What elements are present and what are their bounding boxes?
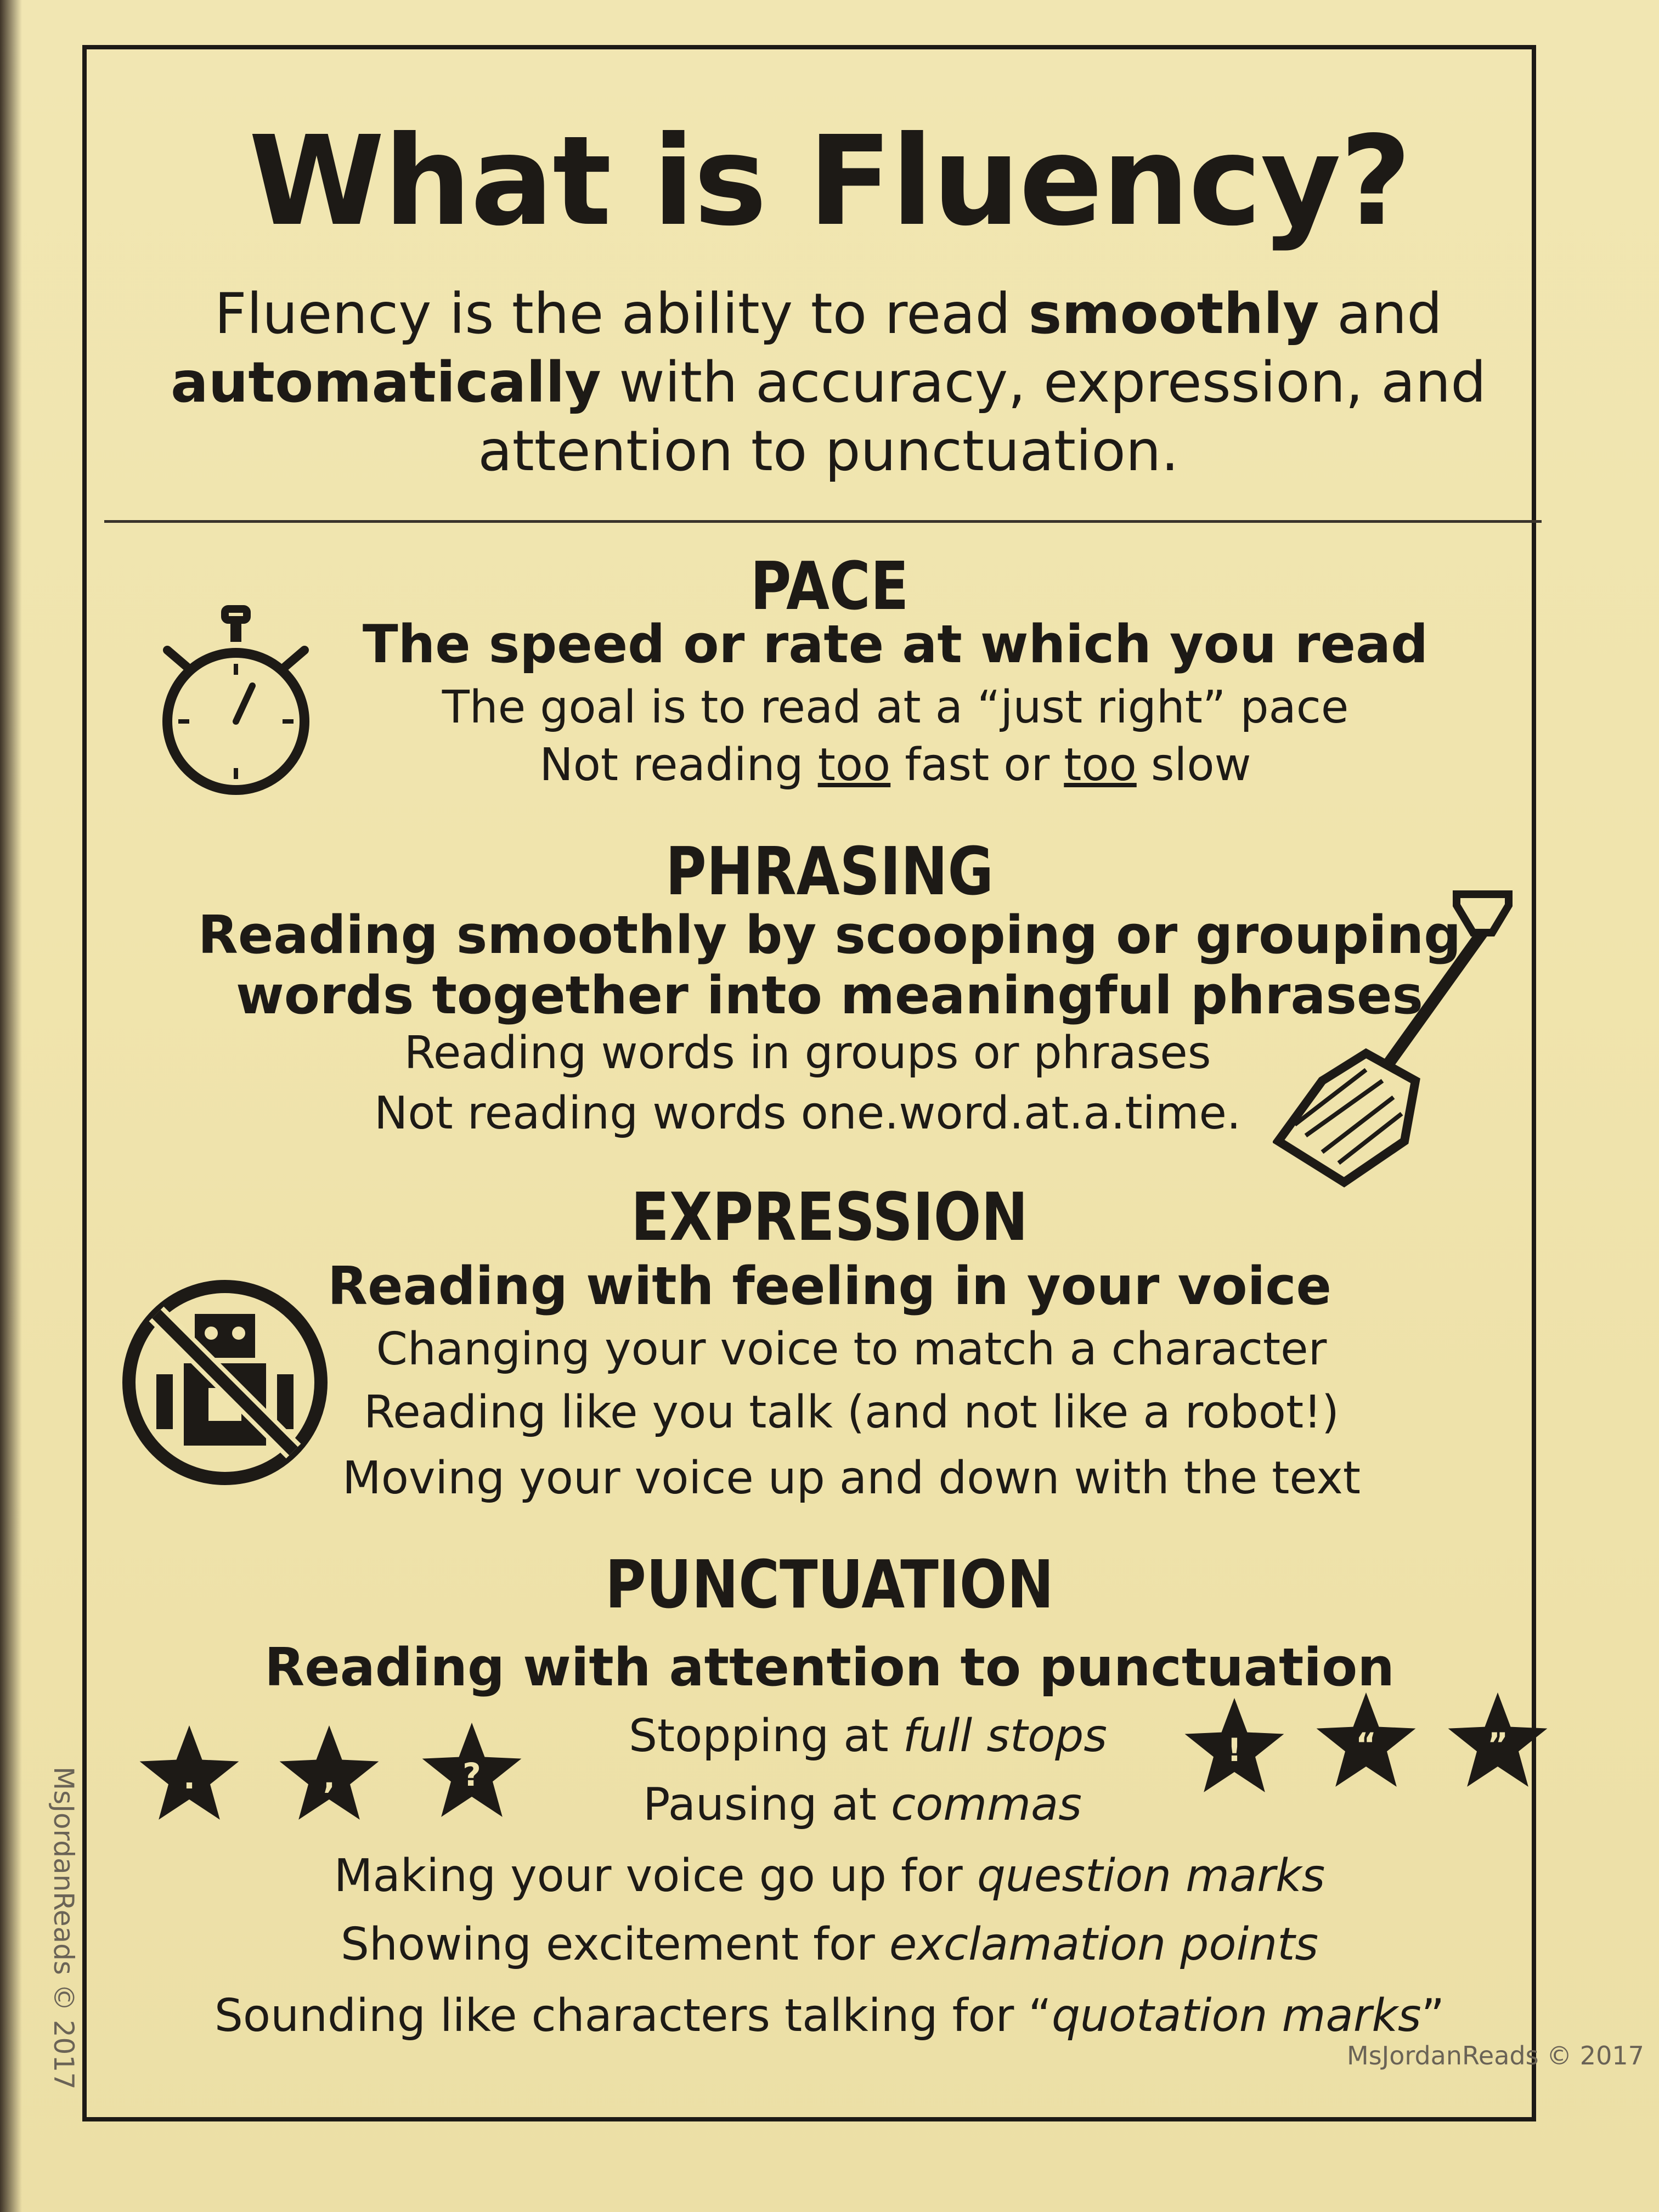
no-robot-icon <box>122 1280 328 1485</box>
punctuation-line-5: Sounding like characters talking for “qu… <box>0 1989 1659 2044</box>
star-symbol: , <box>323 1759 335 1796</box>
pace-line-2-too-2: too <box>1064 739 1137 791</box>
star-symbol: “ <box>1356 1726 1376 1763</box>
punctuation-line-4: Showing excitement for exclamation point… <box>0 1917 1659 1972</box>
divider <box>104 520 1542 523</box>
punctuation-line-5-a: Sounding like characters talking for “ <box>214 1990 1052 2042</box>
intro-part-3: with accuracy, expression, and attention… <box>478 350 1487 484</box>
stopwatch-icon <box>162 605 309 795</box>
punctuation-line-4-a: Showing excitement for <box>340 1918 889 1971</box>
punctuation-subtitle: Reading with attention to punctuation <box>264 1638 1395 1698</box>
star-symbol: ! <box>1227 1731 1242 1769</box>
intro-part-1: Fluency is the ability to read <box>215 281 1029 347</box>
intro-bold-automatically: automatically <box>170 350 601 415</box>
star-full-stop-icon: . <box>139 1725 239 1820</box>
star-open-quote-icon: “ <box>1316 1692 1416 1787</box>
punctuation-stars: .,?! “ ” <box>139 1692 1548 1820</box>
credit-bottom: MsJordanReads © 2017 <box>1347 2041 1644 2070</box>
punctuation-line-3-a: Making your voice go up for <box>334 1850 977 1902</box>
punctuation-line-3-question-marks: question marks <box>977 1850 1325 1902</box>
page-title: What is Fluency? <box>249 110 1412 253</box>
punctuation-line-5-quotation-marks: quotation marks <box>1051 1990 1421 2042</box>
credit-side: MsJordanReads © 2017 <box>48 1767 80 2090</box>
pace-line-2-a: Not reading <box>539 739 818 791</box>
pace-title: PACE <box>750 549 909 625</box>
star-close-quote-icon: ” <box>1448 1692 1548 1787</box>
star-symbol: ? <box>462 1756 481 1793</box>
star-symbol: ” <box>1487 1726 1508 1763</box>
star-comma-icon: , <box>279 1725 379 1820</box>
expression-title: EXPRESSION <box>631 1180 1028 1256</box>
pace-line-2-too-1: too <box>817 739 891 791</box>
intro-part-2: and <box>1319 281 1442 347</box>
pace-line-2-c: slow <box>1136 739 1251 791</box>
punctuation-line-3: Making your voice go up for question mar… <box>0 1849 1659 1904</box>
star-question-mark-icon: ? <box>422 1723 522 1817</box>
shovel-icon <box>1273 890 1513 1188</box>
punctuation-line-5-b: ” <box>1421 1990 1445 2042</box>
star-symbol: . <box>183 1759 195 1796</box>
pace-line-2-b: fast or <box>890 739 1064 791</box>
punctuation-title: PUNCTUATION <box>605 1547 1054 1623</box>
punctuation-line-4-exclamation-points: exclamation points <box>889 1918 1319 1971</box>
intro-text: Fluency is the ability to read smoothly … <box>143 280 1514 486</box>
intro-bold-smoothly: smoothly <box>1028 281 1319 347</box>
star-exclamation-point-icon: ! <box>1184 1698 1284 1792</box>
